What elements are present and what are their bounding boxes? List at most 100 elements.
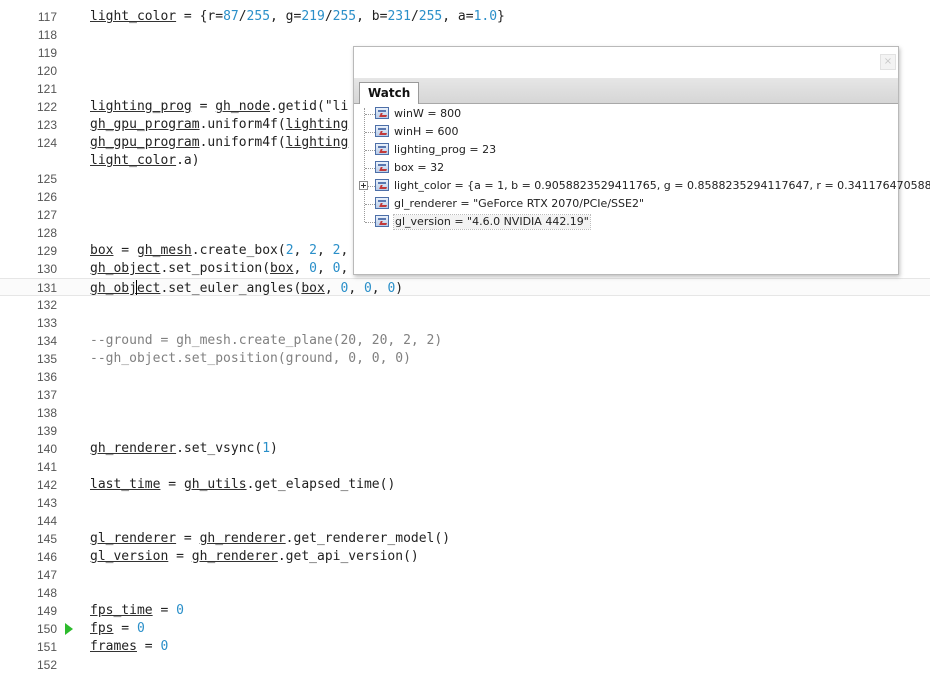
code-line[interactable]: 137 <box>0 386 930 404</box>
line-number: 131 <box>36 281 57 295</box>
line-number: 136 <box>36 370 57 384</box>
code-text: light_color = {r=87/255, g=219/255, b=23… <box>90 9 505 24</box>
code-text: fps_time = 0 <box>90 603 184 618</box>
watch-item-text: lighting_prog = 23 <box>394 143 497 156</box>
code-text-wrapped: light_color.a) <box>90 153 200 168</box>
code-line[interactable]: 138 <box>0 404 930 422</box>
code-text: gh_gpu_program.uniform4f(lighting <box>90 117 349 132</box>
line-number: 146 <box>36 550 57 564</box>
code-line[interactable]: 149 fps_time = 0 <box>0 602 930 620</box>
line-number: 142 <box>36 478 57 492</box>
line-number: 150 <box>36 622 57 636</box>
watch-item[interactable]: winW = 800 <box>354 105 898 123</box>
line-number: 134 <box>36 334 57 348</box>
expand-plus-icon[interactable] <box>359 181 368 190</box>
code-text: frames = 0 <box>90 639 169 654</box>
code-line[interactable]: 133 <box>0 314 930 332</box>
code-line[interactable]: 141 <box>0 458 930 476</box>
code-line[interactable]: 150 fps = 0 <box>0 620 930 638</box>
code-line[interactable]: 147 <box>0 566 930 584</box>
code-line[interactable]: 142 last_time = gh_utils.get_elapsed_time… <box>0 476 930 494</box>
code-text: box = gh_mesh.create_box(2, 2, 2, <box>90 243 349 258</box>
line-number: 128 <box>36 226 57 240</box>
line-number: 118 <box>37 28 57 42</box>
tree-branch-line <box>365 150 375 151</box>
line-number: 137 <box>36 388 57 402</box>
code-line[interactable]: 136 <box>0 368 930 386</box>
watch-item[interactable]: lighting_prog = 23 <box>354 141 898 159</box>
watch-titlebar[interactable]: × <box>354 47 898 78</box>
code-line[interactable]: 131 gh_object.set_euler_angles(box, 0, 0,… <box>0 278 930 296</box>
code-text: gh_object.set_euler_angles(box, 0, 0, 0) <box>90 280 404 296</box>
line-number: 139 <box>36 424 57 438</box>
code-line[interactable]: 118 <box>0 26 930 44</box>
watch-item[interactable]: gl_renderer = "GeForce RTX 2070/PCIe/SSE… <box>354 195 898 213</box>
variable-icon <box>375 197 389 209</box>
code-text: --gh_object.set_position(ground, 0, 0, 0… <box>90 351 411 366</box>
watch-item-text: winH = 600 <box>394 125 459 138</box>
line-number: 145 <box>36 532 57 546</box>
line-number: 132 <box>36 298 57 312</box>
line-number: 135 <box>36 352 57 366</box>
variable-icon <box>375 125 389 137</box>
watch-item[interactable]: winH = 600 <box>354 123 898 141</box>
line-number: 121 <box>36 82 57 96</box>
line-number: 149 <box>36 604 57 618</box>
line-number: 124 <box>36 136 57 150</box>
watch-list[interactable]: winW = 800 winH = 600 lighting_prog = 23 bo… <box>354 104 930 274</box>
tab-watch[interactable]: Watch <box>359 82 420 104</box>
line-number: 119 <box>37 46 57 60</box>
variable-icon <box>375 107 389 119</box>
variable-icon <box>375 215 389 227</box>
watch-item[interactable]: box = 32 <box>354 159 898 177</box>
line-number: 130 <box>36 262 57 276</box>
watch-item[interactable]: gl_version = "4.6.0 NVIDIA 442.19" <box>354 213 898 231</box>
tree-branch-line <box>365 168 375 169</box>
line-number: 122 <box>36 100 57 114</box>
code-line[interactable]: 140 gh_renderer.set_vsync(1) <box>0 440 930 458</box>
line-number: 151 <box>36 640 57 654</box>
code-text: gh_object.set_position(box, 0, 0, <box>90 261 349 276</box>
code-line[interactable]: 132 <box>0 296 930 314</box>
watch-item-text: gl_renderer = "GeForce RTX 2070/PCIe/SSE… <box>394 197 644 210</box>
line-number: 152 <box>36 658 57 672</box>
code-line[interactable]: 148 <box>0 584 930 602</box>
code-text: --ground = gh_mesh.create_plane(20, 20, … <box>90 333 443 348</box>
code-line[interactable]: 117 light_color = {r=87/255, g=219/255, b… <box>0 8 930 26</box>
line-number: 123 <box>36 118 57 132</box>
watch-item-text: box = 32 <box>394 161 445 174</box>
variable-icon <box>375 161 389 173</box>
code-line[interactable]: 151 frames = 0 <box>0 638 930 656</box>
line-number: 126 <box>36 190 57 204</box>
code-text: gl_renderer = gh_renderer.get_renderer_m… <box>90 531 451 546</box>
code-line[interactable]: 143 <box>0 494 930 512</box>
code-line[interactable]: 139 <box>0 422 930 440</box>
variable-icon <box>375 143 389 155</box>
line-number: 127 <box>36 208 57 222</box>
watch-item[interactable]: light_color = {a = 1, b = 0.905882352941… <box>354 177 930 195</box>
watch-item-text: winW = 800 <box>394 107 462 120</box>
code-text: gh_gpu_program.uniform4f(lighting <box>90 135 349 150</box>
watch-window: × Watch winW = 800 winH = 600 lighting_pro… <box>353 46 930 275</box>
code-line[interactable]: 135 --gh_object.set_position(ground, 0, 0… <box>0 350 930 368</box>
line-number: 133 <box>36 316 57 330</box>
line-number: 147 <box>36 568 57 582</box>
line-number: 141 <box>36 460 57 474</box>
code-text: gl_version = gh_renderer.get_api_version… <box>90 549 419 564</box>
line-number: 125 <box>36 172 57 186</box>
code-line[interactable]: 144 <box>0 512 930 530</box>
line-number: 120 <box>36 64 57 78</box>
watch-tabstrip: Watch <box>354 78 898 104</box>
code-text: lighting_prog = gh_node.getid("li <box>90 99 349 114</box>
code-line[interactable]: 146 gl_version = gh_renderer.get_api_vers… <box>0 548 930 566</box>
code-line[interactable]: 134 --ground = gh_mesh.create_plane(20, 2… <box>0 332 930 350</box>
line-number: 143 <box>36 496 57 510</box>
code-line[interactable]: 145 gl_renderer = gh_renderer.get_rendere… <box>0 530 930 548</box>
close-icon[interactable]: × <box>880 54 896 70</box>
current-statement-arrow-icon <box>65 623 73 635</box>
code-line[interactable]: 152 <box>0 656 930 674</box>
code-text: last_time = gh_utils.get_elapsed_time() <box>90 477 396 492</box>
line-number: 138 <box>36 406 57 420</box>
code-text: fps = 0 <box>90 621 145 636</box>
tree-branch-line <box>365 132 375 133</box>
